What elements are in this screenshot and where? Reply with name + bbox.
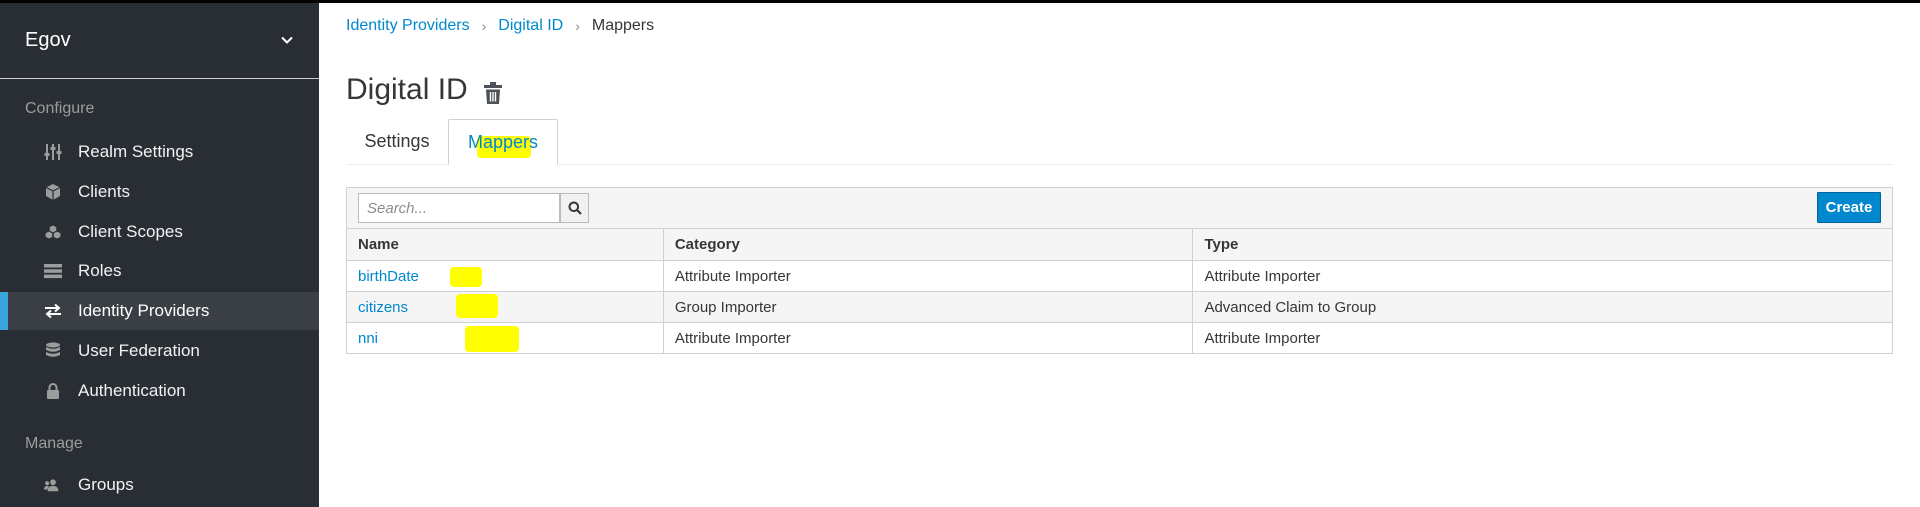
sidebar-item-label: Roles bbox=[78, 261, 122, 280]
lock-icon bbox=[44, 382, 62, 400]
cubes-icon bbox=[44, 223, 62, 241]
cube-icon bbox=[44, 183, 62, 201]
table-toolbar: Create bbox=[346, 187, 1893, 229]
sidebar-item-label: Realm Settings bbox=[78, 142, 194, 161]
table-header-row: Name Category Type bbox=[346, 228, 1893, 261]
sidebar-item-realm-settings[interactable]: Realm Settings bbox=[0, 133, 319, 171]
realm-selector[interactable]: Egov bbox=[0, 3, 319, 79]
create-button[interactable]: Create bbox=[1817, 192, 1881, 223]
mappers-table: Name Category Type birthDate Attribute I… bbox=[346, 228, 1893, 354]
cell-category: Attribute Importer bbox=[662, 260, 1194, 292]
cell-category: Attribute Importer bbox=[662, 322, 1194, 354]
highlight-mark bbox=[465, 326, 519, 352]
breadcrumb-separator-icon: › bbox=[575, 18, 580, 34]
list-icon bbox=[44, 262, 62, 280]
cell-type: Attribute Importer bbox=[1192, 260, 1893, 292]
tab-bar: Settings Mappers bbox=[346, 119, 1893, 165]
cell-category: Group Importer bbox=[662, 291, 1194, 323]
sidebar-item-user-federation[interactable]: User Federation bbox=[0, 332, 319, 370]
sidebar-item-authentication[interactable]: Authentication bbox=[0, 372, 319, 410]
sidebar: Egov Configure Realm Settings Clients Cl… bbox=[0, 3, 319, 507]
main-content: Identity Providers › Digital ID › Mapper… bbox=[319, 3, 1920, 507]
tab-mappers[interactable]: Mappers bbox=[448, 119, 558, 165]
cell-name: nni bbox=[346, 322, 664, 354]
sidebar-item-label: Identity Providers bbox=[78, 301, 210, 320]
breadcrumb-identity-providers[interactable]: Identity Providers bbox=[346, 17, 470, 35]
sidebar-item-label: User Federation bbox=[78, 341, 200, 360]
cell-type: Advanced Claim to Group bbox=[1192, 291, 1893, 323]
sidebar-item-client-scopes[interactable]: Client Scopes bbox=[0, 213, 319, 251]
breadcrumb-current: Mappers bbox=[591, 17, 655, 34]
column-header-name[interactable]: Name bbox=[346, 228, 664, 261]
tab-settings[interactable]: Settings bbox=[346, 119, 448, 164]
search-button[interactable] bbox=[560, 193, 589, 223]
table-row: citizens Group Importer Advanced Claim t… bbox=[346, 291, 1893, 323]
table-row: nni Attribute Importer Attribute Importe… bbox=[346, 322, 1893, 354]
database-icon bbox=[44, 342, 62, 360]
breadcrumb-separator-icon: › bbox=[481, 18, 487, 34]
section-label-configure: Configure bbox=[25, 100, 95, 117]
mapper-link[interactable]: citizens bbox=[358, 299, 408, 316]
cell-type: Attribute Importer bbox=[1192, 322, 1893, 354]
breadcrumb-digital-id[interactable]: Digital ID bbox=[498, 17, 563, 35]
trash-icon[interactable] bbox=[483, 81, 503, 105]
table-row: birthDate Attribute Importer Attribute I… bbox=[346, 260, 1893, 292]
chevron-down-icon bbox=[281, 36, 293, 44]
column-header-category[interactable]: Category bbox=[662, 228, 1194, 261]
realm-name: Egov bbox=[25, 29, 71, 51]
page-title: Digital ID bbox=[346, 73, 468, 106]
mapper-link[interactable]: birthDate bbox=[358, 268, 419, 285]
column-header-type[interactable]: Type bbox=[1192, 228, 1893, 261]
exchange-icon bbox=[44, 302, 62, 320]
sidebar-item-roles[interactable]: Roles bbox=[0, 252, 319, 290]
highlight-mark bbox=[450, 267, 482, 287]
search-input[interactable] bbox=[358, 193, 560, 223]
sidebar-item-clients[interactable]: Clients bbox=[0, 173, 319, 211]
sidebar-item-label: Clients bbox=[78, 182, 130, 201]
highlight-mark bbox=[456, 294, 498, 318]
breadcrumb: Identity Providers › Digital ID › Mapper… bbox=[346, 17, 654, 35]
sidebar-item-label: Authentication bbox=[78, 381, 186, 400]
sidebar-item-label: Client Scopes bbox=[78, 222, 183, 241]
section-label-manage: Manage bbox=[25, 435, 83, 452]
search-icon bbox=[568, 201, 582, 215]
cell-name: birthDate bbox=[346, 260, 664, 292]
sidebar-item-identity-providers[interactable]: Identity Providers bbox=[0, 292, 319, 330]
users-icon bbox=[44, 476, 62, 494]
sidebar-item-groups[interactable]: Groups bbox=[0, 466, 319, 504]
mapper-link[interactable]: nni bbox=[358, 330, 378, 347]
sliders-icon bbox=[44, 143, 62, 161]
tab-mappers-label: Mappers bbox=[467, 131, 539, 152]
cell-name: citizens bbox=[346, 291, 664, 323]
sidebar-item-label: Groups bbox=[78, 475, 134, 494]
